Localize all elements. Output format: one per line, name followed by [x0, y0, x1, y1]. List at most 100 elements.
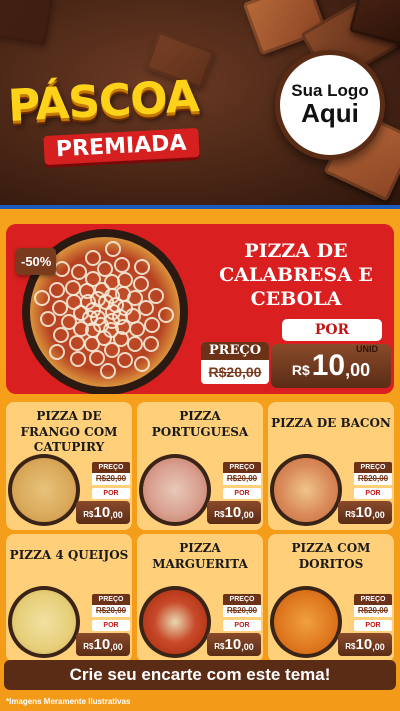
price-integer: 10 [93, 636, 111, 653]
price-cents: ,00 [372, 509, 385, 520]
por-label: POR [92, 488, 130, 499]
por-label: POR [282, 319, 382, 341]
product-name: PIZZA MARGUERITA [152, 541, 248, 571]
campaign-subtitle: PREMIADA [43, 127, 200, 166]
por-label: POR [92, 620, 130, 631]
product-card[interactable]: PIZZA DE BACON PREÇO R$20,00 POR R$ 10 ,… [268, 402, 394, 530]
por-label: POR [354, 488, 392, 499]
product-name: PIZZA DE FRANGO COM CATUPIRY [20, 409, 118, 455]
old-price: R$20,00 [223, 473, 261, 485]
onion-ring-decoration [68, 334, 85, 351]
price-cents: ,00 [345, 359, 371, 380]
price-integer: 10 [93, 504, 111, 521]
price-cents: ,00 [372, 641, 385, 652]
product-name: PIZZA COM DORITOS [291, 541, 371, 571]
onion-ring-decoration [85, 249, 102, 266]
onion-ring-decoration [105, 241, 122, 258]
pizza-image [139, 586, 211, 658]
pizza-image [8, 586, 80, 658]
onion-ring-decoration [114, 256, 131, 273]
currency-symbol: R$ [214, 510, 225, 519]
onion-ring-decoration [33, 289, 50, 306]
onion-ring-decoration [128, 320, 145, 337]
product-name: PIZZA DE BACON [271, 416, 391, 430]
product-card[interactable]: PIZZA DE FRANGO COM CATUPIRY PREÇO R$20,… [6, 402, 132, 530]
preco-label: PREÇO [92, 594, 130, 605]
onion-ring-decoration [143, 336, 160, 353]
onion-ring-decoration [116, 351, 133, 368]
currency-symbol: R$ [345, 510, 356, 519]
product-card[interactable]: PIZZA PORTUGUESA PREÇO R$20,00 POR R$ 10… [137, 402, 263, 530]
product-name: PIZZA 4 QUEIJOS [9, 548, 129, 562]
featured-offer-card[interactable]: -50% PIZZA DE CALABRESA E CEBOLA POR PRE… [6, 224, 394, 394]
onion-ring-decoration [143, 316, 160, 333]
price-cents: ,00 [110, 641, 123, 652]
preco-label: PREÇO [354, 594, 392, 605]
product-card[interactable]: PIZZA 4 QUEIJOS PREÇO R$20,00 POR R$ 10 … [6, 534, 132, 662]
por-label: POR [354, 620, 392, 631]
preco-label: PREÇO [354, 462, 392, 473]
old-price: R$20,00 [92, 473, 130, 485]
old-price: R$20,00 [354, 605, 392, 617]
preco-label: PREÇO [201, 342, 269, 360]
onion-ring-decoration [117, 271, 134, 288]
onion-ring-decoration [158, 306, 175, 323]
old-price: R$20,00 [223, 605, 261, 617]
onion-ring-decoration [134, 259, 151, 276]
old-price: R$20,00 [354, 473, 392, 485]
currency-symbol: R$ [83, 642, 94, 651]
price-integer: 10 [355, 636, 373, 653]
onion-ring-decoration [40, 311, 57, 328]
new-price-tag: R$ 10 ,00 [207, 633, 261, 656]
new-price-tag: R$ 10 ,00 [338, 633, 392, 656]
price-cents: ,00 [241, 509, 254, 520]
old-price: R$20,00 [208, 364, 262, 380]
onion-ring-decoration [99, 363, 116, 380]
pizza-image [270, 454, 342, 526]
currency-symbol: R$ [83, 510, 94, 519]
onion-ring-decoration [69, 351, 86, 368]
por-label: POR [223, 620, 261, 631]
offers-area: -50% PIZZA DE CALABRESA E CEBOLA POR PRE… [0, 205, 400, 711]
product-card[interactable]: PIZZA COM DORITOS PREÇO R$20,00 POR R$ 1… [268, 534, 394, 662]
new-price-tag: R$ 10 ,00 [76, 501, 130, 524]
onion-ring-decoration [133, 276, 150, 293]
onion-ring-decoration [53, 326, 70, 343]
logo-placeholder: Sua Logo Aqui [275, 50, 385, 160]
product-card[interactable]: PIZZA MARGUERITA PREÇO R$20,00 POR R$ 10… [137, 534, 263, 662]
new-price-tag: R$ 10 ,00 [338, 501, 392, 524]
chocolate-bar-decoration [0, 0, 54, 46]
unit-label: UNID [356, 344, 378, 354]
logo-line-2: Aqui [301, 98, 359, 129]
price-cents: ,00 [110, 509, 123, 520]
onion-ring-decoration [49, 343, 66, 360]
new-price-tag: R$ 10 ,00 [76, 633, 130, 656]
onion-ring-decoration [54, 261, 71, 278]
old-price: R$20,00 [92, 605, 130, 617]
pizza-topping [12, 590, 76, 654]
onion-ring-decoration [65, 279, 82, 296]
currency-symbol: R$ [214, 642, 225, 651]
price-integer: 10 [224, 636, 242, 653]
onion-ring-decoration [133, 356, 150, 373]
pizza-topping [274, 590, 338, 654]
campaign-title: PÁSCOA [6, 71, 200, 132]
onion-ring-decoration [49, 281, 66, 298]
preco-label: PREÇO [92, 462, 130, 473]
price-integer: 10 [224, 504, 242, 521]
preco-label: PREÇO [223, 594, 261, 605]
price-integer: 10 [355, 504, 373, 521]
header-banner: PÁSCOA PREMIADA Sua Logo Aqui [0, 0, 400, 205]
discount-badge: -50% [16, 248, 57, 275]
onion-ring-decoration [147, 287, 164, 304]
price-integer: 10 [311, 349, 346, 382]
cta-banner[interactable]: Crie seu encarte com este tema! [4, 660, 396, 690]
price-cents: ,00 [241, 641, 254, 652]
currency-symbol: R$ [291, 362, 310, 378]
disclaimer-text: *Imagens Meramente Ilustrativas [6, 697, 131, 706]
onion-ring-decoration [126, 336, 143, 353]
por-label: POR [223, 488, 261, 499]
featured-product-name: PIZZA DE CALABRESA E CEBOLA [219, 240, 373, 310]
currency-symbol: R$ [345, 642, 356, 651]
pizza-topping [274, 458, 338, 522]
